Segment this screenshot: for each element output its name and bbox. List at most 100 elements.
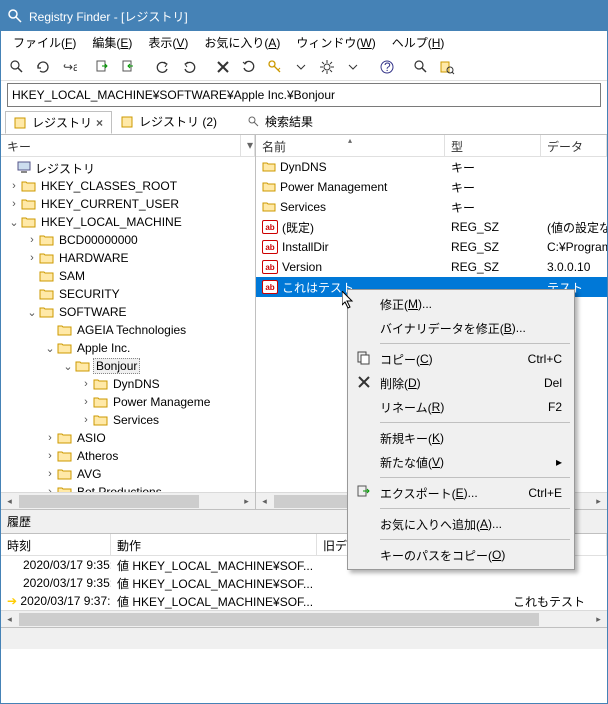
tool-redo-icon[interactable] <box>177 55 201 79</box>
ctx-copy-key-path[interactable]: キーのパスをコピー(O) <box>350 543 572 567</box>
tree-item[interactable]: ⌄Apple Inc. <box>1 339 255 357</box>
scroll-right-icon[interactable]: ▸ <box>590 611 607 628</box>
menu-view[interactable]: 表示(V) <box>140 32 196 53</box>
expand-icon[interactable]: › <box>43 432 57 444</box>
tree-item[interactable]: ›BCD00000000 <box>1 231 255 249</box>
col-action[interactable]: 動作 <box>111 534 317 555</box>
tool-find-reg-icon[interactable] <box>435 55 459 79</box>
col-time[interactable]: 時刻 <box>1 534 111 555</box>
tool-goto-icon[interactable]: ↪a <box>57 55 81 79</box>
collapse-icon[interactable]: ⌄ <box>43 342 57 355</box>
string-value-icon: ab <box>262 240 278 254</box>
menu-file[interactable]: ファイル(F) <box>5 32 84 53</box>
ctx-rename[interactable]: リネーム(R)F2 <box>350 395 572 419</box>
tool-refresh2-icon[interactable] <box>237 55 261 79</box>
expand-icon[interactable]: › <box>79 414 93 426</box>
tool-import-icon[interactable] <box>117 55 141 79</box>
address-input[interactable] <box>7 83 601 107</box>
menu-help[interactable]: ヘルプ(H) <box>384 32 453 53</box>
list-row[interactable]: ab(既定)REG_SZ(値の設定な <box>256 217 607 237</box>
tree-item[interactable]: ⌄SOFTWARE <box>1 303 255 321</box>
list-row[interactable]: DynDNSキー <box>256 157 607 177</box>
address-bar[interactable] <box>7 83 601 107</box>
list-row[interactable]: abInstallDirREG_SZC:¥Program <box>256 237 607 257</box>
tree-item[interactable]: ›Bot Productions <box>1 483 255 492</box>
expand-icon[interactable]: › <box>7 180 21 192</box>
ctx-export[interactable]: エクスポート(E)...Ctrl+E <box>350 481 572 505</box>
tree-item[interactable]: ›AVG <box>1 465 255 483</box>
expand-icon[interactable]: › <box>25 234 39 246</box>
tool-undo-icon[interactable] <box>151 55 175 79</box>
scrollbar-horizontal[interactable]: ◂▸ <box>1 610 607 627</box>
expand-icon[interactable]: › <box>25 252 39 264</box>
history-row-current[interactable]: ➔ 2020/03/17 9:37:値 HKEY_LOCAL_MACHINE¥S… <box>1 592 607 610</box>
ctx-new-key[interactable]: 新規キー(K) <box>350 426 572 450</box>
tree-item[interactable]: ›Atheros <box>1 447 255 465</box>
expand-icon[interactable]: › <box>43 468 57 480</box>
menu-window[interactable]: ウィンドウ(W) <box>288 32 383 53</box>
tree-item[interactable]: AGEIA Technologies <box>1 321 255 339</box>
close-icon[interactable]: × <box>96 116 103 130</box>
tool-find2-icon[interactable] <box>409 55 433 79</box>
scroll-right-icon[interactable]: ▸ <box>590 493 607 509</box>
tool-help-icon[interactable]: ? <box>375 55 399 79</box>
collapse-icon[interactable]: ⌄ <box>61 360 75 373</box>
tree-item[interactable]: SECURITY <box>1 285 255 303</box>
scroll-left-icon[interactable]: ◂ <box>1 611 18 628</box>
folder-icon <box>262 161 276 173</box>
scroll-right-icon[interactable]: ▸ <box>238 493 255 510</box>
ctx-modify[interactable]: 修正(M)... <box>350 292 572 316</box>
tree-item[interactable]: ›Services <box>1 411 255 429</box>
tree-root[interactable]: レジストリ <box>1 159 255 177</box>
tab-registry-1[interactable]: レジストリ × <box>5 111 112 134</box>
list-row[interactable]: abVersionREG_SZ3.0.0.10 <box>256 257 607 277</box>
tree-item[interactable]: ›HKEY_CURRENT_USER <box>1 195 255 213</box>
tree-item[interactable]: ›HKEY_CLASSES_ROOT <box>1 177 255 195</box>
tree-item[interactable]: ›DynDNS <box>1 375 255 393</box>
tab-registry-2[interactable]: レジストリ (2) <box>112 110 226 133</box>
history-row[interactable]: 2020/03/17 9:35:値 HKEY_LOCAL_MACHINE¥SOF… <box>1 574 607 592</box>
menu-bar[interactable]: ファイル(F) 編集(E) 表示(V) お気に入り(A) ウィンドウ(W) ヘル… <box>1 31 607 53</box>
app-icon <box>7 8 23 24</box>
folder-icon <box>39 287 55 301</box>
tree-item[interactable]: SAM <box>1 267 255 285</box>
col-name[interactable]: 名前▴ <box>256 135 445 156</box>
col-type[interactable]: 型 <box>445 135 541 156</box>
col-menu-icon[interactable]: ▾ <box>241 135 255 156</box>
tool-refresh-icon[interactable] <box>31 55 55 79</box>
col-data[interactable]: データ <box>541 135 607 156</box>
tree-item[interactable]: ›ASIO <box>1 429 255 447</box>
tool-gear-icon[interactable] <box>315 55 339 79</box>
tool-export-icon[interactable] <box>91 55 115 79</box>
tree-item[interactable]: ›Power Manageme <box>1 393 255 411</box>
list-row[interactable]: Servicesキー <box>256 197 607 217</box>
tab-search-results[interactable]: 検索結果 <box>238 110 322 133</box>
scroll-left-icon[interactable]: ◂ <box>1 493 18 510</box>
scrollbar-horizontal[interactable]: ◂▸ <box>1 492 255 509</box>
tool-dropdown2-icon[interactable] <box>341 55 365 79</box>
ctx-new-value[interactable]: 新たな値(V)▸ <box>350 450 572 474</box>
expand-icon[interactable]: › <box>79 378 93 390</box>
folder-icon <box>21 197 37 211</box>
list-row[interactable]: Power Managementキー <box>256 177 607 197</box>
ctx-modify-binary[interactable]: バイナリデータを修正(B)... <box>350 316 572 340</box>
tool-delete-icon[interactable] <box>211 55 235 79</box>
expand-icon[interactable]: › <box>79 396 93 408</box>
expand-icon[interactable]: › <box>7 198 21 210</box>
collapse-icon[interactable]: ⌄ <box>7 216 21 229</box>
tree-item[interactable]: ›HARDWARE <box>1 249 255 267</box>
ctx-delete[interactable]: 削除(D)Del <box>350 371 572 395</box>
tree-item-selected[interactable]: ⌄Bonjour <box>1 357 255 375</box>
expand-icon[interactable]: › <box>43 450 57 462</box>
tool-key-icon[interactable] <box>263 55 287 79</box>
menu-favorites[interactable]: お気に入り(A) <box>196 32 288 53</box>
scroll-left-icon[interactable]: ◂ <box>256 493 273 509</box>
col-key[interactable]: キー <box>1 135 241 156</box>
tool-find-icon[interactable] <box>5 55 29 79</box>
collapse-icon[interactable]: ⌄ <box>25 306 39 319</box>
ctx-add-favorite[interactable]: お気に入りへ追加(A)... <box>350 512 572 536</box>
ctx-copy[interactable]: コピー(C)Ctrl+C <box>350 347 572 371</box>
tree-item[interactable]: ⌄HKEY_LOCAL_MACHINE <box>1 213 255 231</box>
tool-dropdown-icon[interactable] <box>289 55 313 79</box>
menu-edit[interactable]: 編集(E) <box>84 32 140 53</box>
